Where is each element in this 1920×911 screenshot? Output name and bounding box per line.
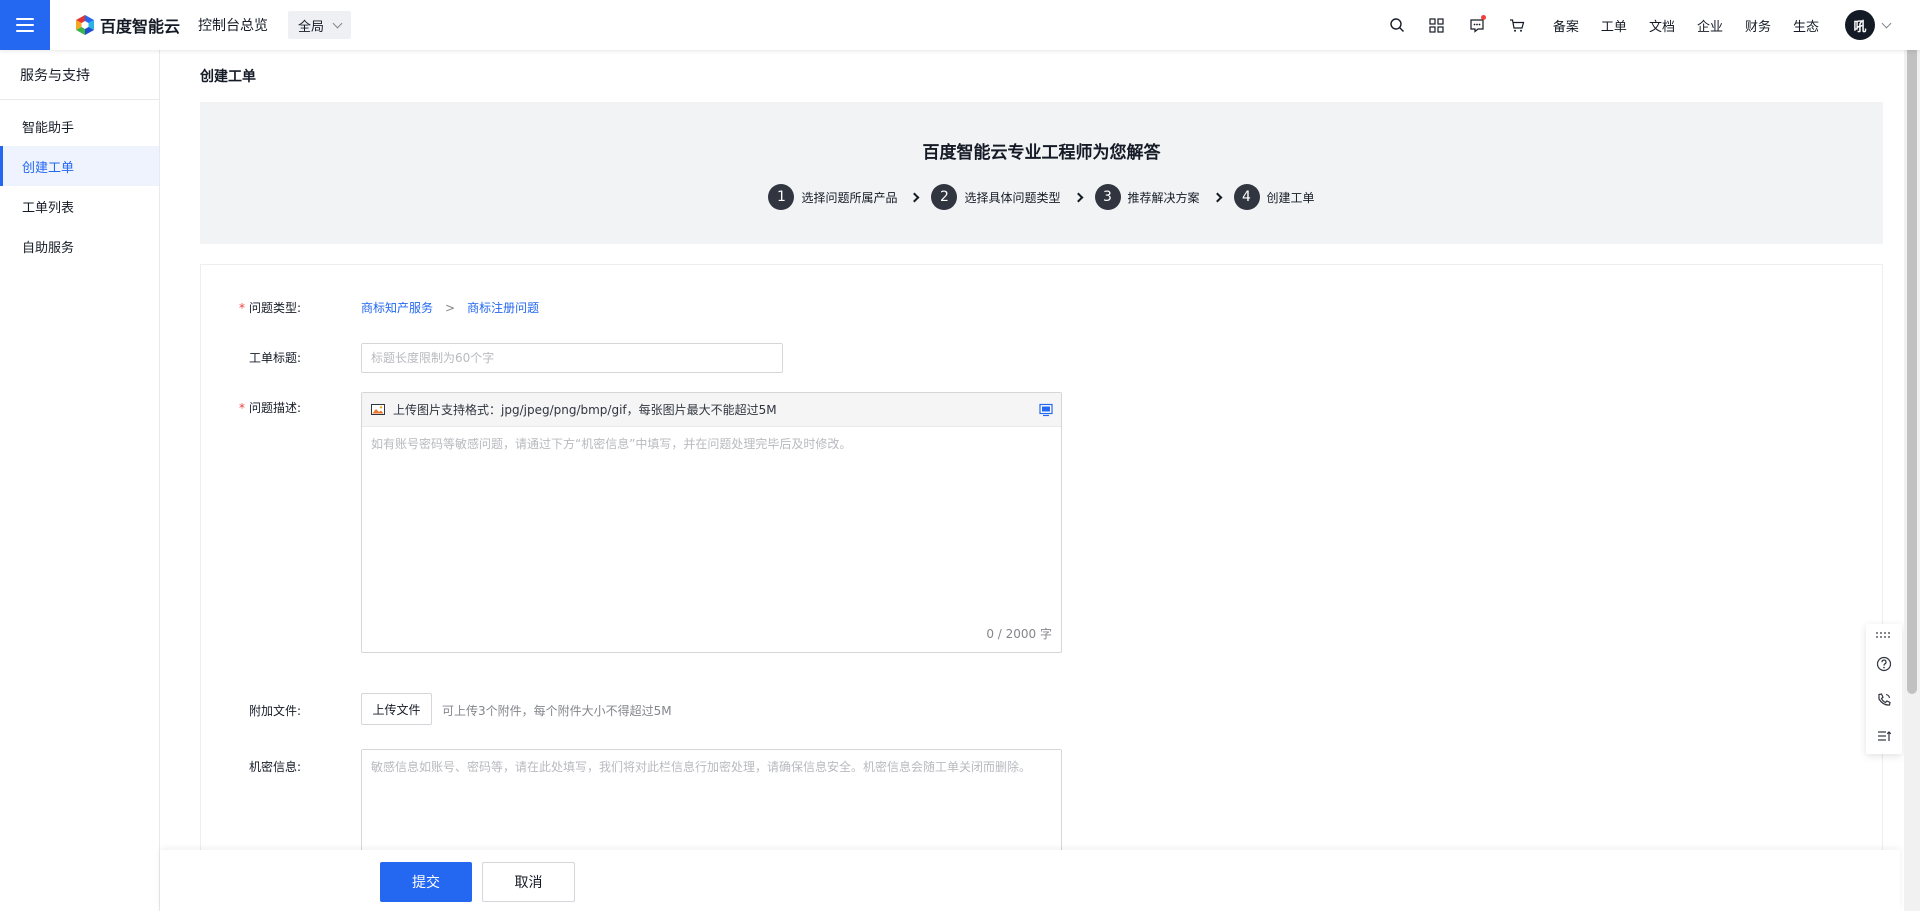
nav-link-ecosystem[interactable]: 生态 (1793, 16, 1819, 35)
cart-button[interactable] (1507, 15, 1527, 35)
secret-info-label: 机密信息: (248, 760, 301, 774)
fullscreen-icon[interactable] (1039, 403, 1053, 417)
region-select[interactable]: 全局 (288, 11, 352, 39)
sidebar-item-assistant[interactable]: 智能助手 (0, 106, 159, 146)
step-2: 2 选择具体问题类型 (931, 184, 1061, 210)
description-label-text: 问题描述: (248, 401, 301, 415)
sidebar-item-label: 智能助手 (22, 120, 75, 136)
sidebar-item-ticket-list[interactable]: 工单列表 (0, 186, 159, 226)
search-icon (1390, 18, 1404, 32)
avatar-initial: 吼 (1853, 19, 1867, 35)
page-title: 创建工单 (200, 69, 256, 85)
grid-icon (1429, 17, 1445, 33)
image-upload-icon[interactable] (371, 404, 385, 415)
chevron-down-icon[interactable] (1881, 18, 1892, 28)
drag-handle-icon (1876, 632, 1890, 638)
upload-hint: 可上传3个附件，每个附件大小不得超过5M (442, 704, 672, 718)
cancel-button[interactable]: 取消 (482, 862, 575, 902)
issue-subcategory-link[interactable]: 商标注册问题 (467, 299, 539, 316)
nav-link-tickets[interactable]: 工单 (1601, 16, 1627, 35)
phone-icon (1878, 693, 1891, 706)
scrollbar-thumb[interactable] (1907, 0, 1917, 694)
step-number: 2 (931, 184, 958, 210)
ticket-title-label: 工单标题: (248, 351, 301, 365)
step-label: 创建工单 (1266, 190, 1315, 205)
description-label: * 问题描述: (201, 399, 301, 416)
search-button[interactable] (1387, 15, 1407, 35)
submit-button[interactable]: 提交 (380, 862, 472, 902)
step-number: 3 (1094, 184, 1121, 210)
step-1: 1 选择问题所属产品 (768, 184, 897, 210)
step-label: 推荐解决方案 (1127, 190, 1200, 205)
banner-title: 百度智能云专业工程师为您解答 (922, 143, 1161, 163)
user-avatar[interactable]: 吼 (1845, 10, 1875, 40)
brand-name: 百度智能云 (100, 17, 181, 36)
support-banner: 百度智能云专业工程师为您解答 1 选择问题所属产品 2 选择具体问题类型 3 推… (200, 102, 1883, 244)
description-editor: 上传图片支持格式：jpg/jpeg/png/bmp/gif，每张图片最大不能超过… (361, 392, 1062, 653)
cart-icon (1509, 18, 1525, 32)
top-nav-right: 备案 工单 文档 企业 财务 生态 吼 (1387, 0, 1892, 50)
floating-toolbar (1866, 624, 1902, 754)
upload-file-button[interactable]: 上传文件 (361, 693, 432, 725)
sidebar-item-label: 工单列表 (22, 200, 75, 216)
region-value: 全局 (298, 19, 325, 35)
messages-button[interactable] (1467, 15, 1487, 35)
breadcrumb-separator: > (445, 300, 456, 315)
issue-category-link[interactable]: 商标知产服务 (361, 299, 433, 316)
nav-link-finance[interactable]: 财务 (1745, 16, 1771, 35)
question-icon (1876, 656, 1892, 672)
step-indicator: 1 选择问题所属产品 2 选择具体问题类型 3 推荐解决方案 4 创建工单 (200, 184, 1883, 210)
step-label: 选择问题所属产品 (801, 190, 898, 205)
list-icon (1878, 731, 1892, 741)
step-3: 3 推荐解决方案 (1094, 184, 1200, 210)
nav-link-docs[interactable]: 文档 (1649, 16, 1675, 35)
sidebar: 服务与支持 智能助手 创建工单 工单列表 自助服务 (0, 50, 160, 911)
unread-dot (1480, 15, 1486, 20)
nav-link-enterprise[interactable]: 企业 (1697, 16, 1723, 35)
baidu-cloud-logo-icon (76, 15, 94, 35)
issue-type-breadcrumb: 商标知产服务 > 商标注册问题 (361, 299, 539, 316)
main-menu-button[interactable] (0, 0, 50, 50)
chevron-down-icon (332, 18, 343, 28)
ticket-form: *问题类型: 商标知产服务 > 商标注册问题 工单标题: *问题描述: 上传图片… (200, 264, 1883, 911)
chevron-right-icon (1212, 192, 1222, 202)
drag-handle[interactable] (1866, 624, 1902, 646)
brand-logo[interactable]: 百度智能云 (74, 0, 180, 50)
chevron-right-icon (1073, 192, 1083, 202)
step-label: 选择具体问题类型 (964, 190, 1061, 205)
sidebar-item-label: 创建工单 (22, 160, 75, 176)
help-button[interactable] (1866, 646, 1902, 682)
required-mark: * (238, 401, 245, 415)
sidebar-item-label: 自助服务 (22, 240, 75, 256)
feedback-button[interactable] (1866, 718, 1902, 754)
required-mark: * (238, 301, 245, 315)
apps-button[interactable] (1427, 15, 1447, 35)
step-number: 4 (1233, 184, 1260, 210)
issue-type-label: * 问题类型: (201, 299, 301, 316)
description-textarea[interactable] (362, 427, 1061, 617)
issue-type-label-text: 问题类型: (248, 301, 301, 315)
sidebar-title: 服务与支持 (0, 50, 159, 100)
image-upload-tip: 上传图片支持格式：jpg/jpeg/png/bmp/gif，每张图片最大不能超过… (393, 403, 777, 417)
chevron-right-icon (910, 192, 920, 202)
hamburger-icon (16, 18, 34, 32)
form-action-bar: 提交 取消 (160, 850, 1900, 911)
nav-link-icp[interactable]: 备案 (1553, 16, 1579, 35)
sidebar-menu: 智能助手 创建工单 工单列表 自助服务 (0, 100, 159, 266)
main-content: 创建工单 百度智能云专业工程师为您解答 1 选择问题所属产品 2 选择具体问题类… (160, 50, 1900, 911)
console-overview-link[interactable]: 控制台总览 (198, 15, 268, 35)
step-4: 4 创建工单 (1233, 184, 1315, 210)
editor-toolbar: 上传图片支持格式：jpg/jpeg/png/bmp/gif，每张图片最大不能超过… (362, 393, 1061, 427)
top-navigation: 百度智能云 控制台总览 全局 备案 工单 文档 企业 财务 生态 吼 (0, 0, 1920, 50)
sidebar-item-self-service[interactable]: 自助服务 (0, 226, 159, 266)
step-number: 1 (768, 184, 795, 210)
sidebar-item-create-ticket[interactable]: 创建工单 (0, 146, 159, 186)
ticket-title-input[interactable] (361, 343, 783, 373)
character-counter: 0 / 2000 字 (986, 627, 1052, 641)
contact-phone-button[interactable] (1866, 682, 1902, 718)
attachment-label: 附加文件: (248, 704, 301, 718)
